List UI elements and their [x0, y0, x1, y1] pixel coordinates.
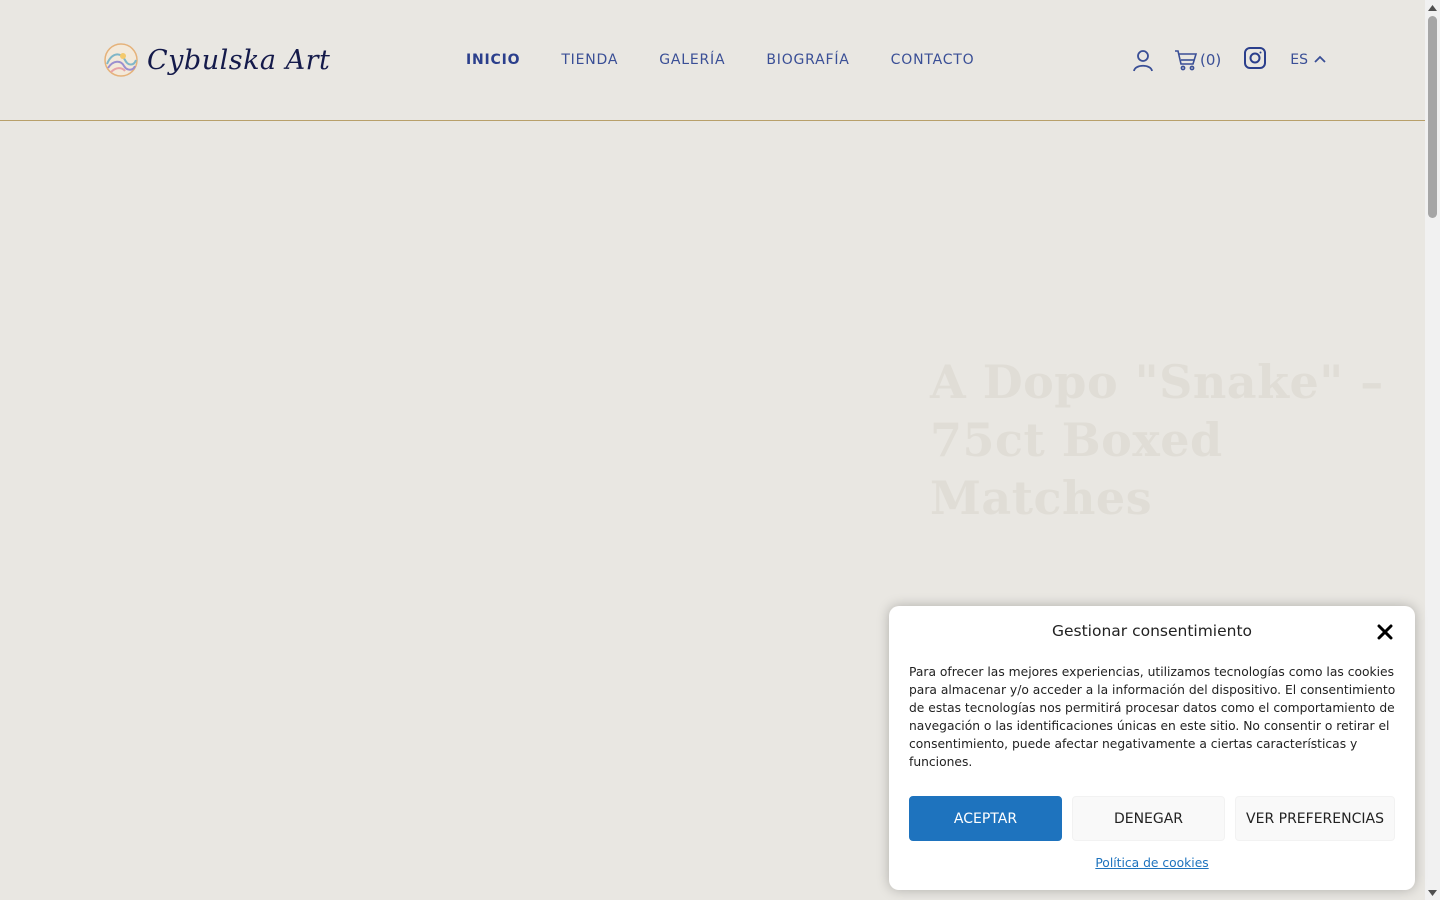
language-switcher[interactable]: ES	[1290, 52, 1326, 68]
deny-button[interactable]: DENEGAR	[1072, 796, 1225, 841]
nav-item-contacto[interactable]: CONTACTO	[891, 49, 975, 71]
wave-logo-icon	[104, 43, 138, 77]
consent-title: Gestionar consentimiento	[1051, 622, 1253, 640]
scroll-down-arrow-icon[interactable]	[1425, 885, 1440, 900]
page-scrollbar[interactable]	[1425, 0, 1440, 900]
scroll-up-arrow-icon[interactable]	[1425, 0, 1440, 15]
language-label: ES	[1290, 52, 1308, 68]
hero-title: A Dopo "Snake" – 75ct Boxed Matches	[930, 354, 1384, 525]
instagram-icon	[1244, 47, 1267, 69]
accept-button[interactable]: ACEPTAR	[909, 796, 1062, 841]
scrollbar-thumb[interactable]	[1428, 16, 1437, 218]
cart-icon	[1175, 50, 1198, 71]
close-icon[interactable]	[1375, 622, 1395, 642]
account-button[interactable]	[1131, 48, 1155, 72]
consent-message: Para ofrecer las mejores experiencias, u…	[909, 665, 1396, 769]
brand-name: Cybulska Art	[147, 44, 331, 76]
cookie-consent-dialog: Gestionar consentimiento Para ofrecer la…	[889, 606, 1415, 890]
nav-item-galeria[interactable]: GALERÍA	[659, 49, 725, 71]
user-icon	[1133, 50, 1153, 72]
brand-logo[interactable]: Cybulska Art	[103, 40, 330, 80]
nav-item-inicio[interactable]: INICIO	[466, 49, 520, 71]
cookie-policy-link[interactable]: Política de cookies	[889, 856, 1415, 870]
nav-item-tienda[interactable]: TIENDA	[561, 49, 618, 71]
instagram-link[interactable]	[1243, 46, 1267, 74]
main-nav: INICIO TIENDA GALERÍA BIOGRAFÍA CONTACTO	[466, 49, 1015, 71]
view-preferences-button[interactable]: VER PREFERENCIAS	[1235, 796, 1395, 841]
chevron-up-icon	[1314, 55, 1326, 63]
nav-item-biografia[interactable]: BIOGRAFÍA	[766, 49, 849, 71]
header-tools: (0) ES	[1131, 46, 1326, 74]
cart-button[interactable]: (0)	[1174, 48, 1221, 72]
cart-count: (0)	[1200, 51, 1222, 69]
site-header: Cybulska Art INICIO TIENDA GALERÍA BIOGR…	[0, 0, 1425, 121]
